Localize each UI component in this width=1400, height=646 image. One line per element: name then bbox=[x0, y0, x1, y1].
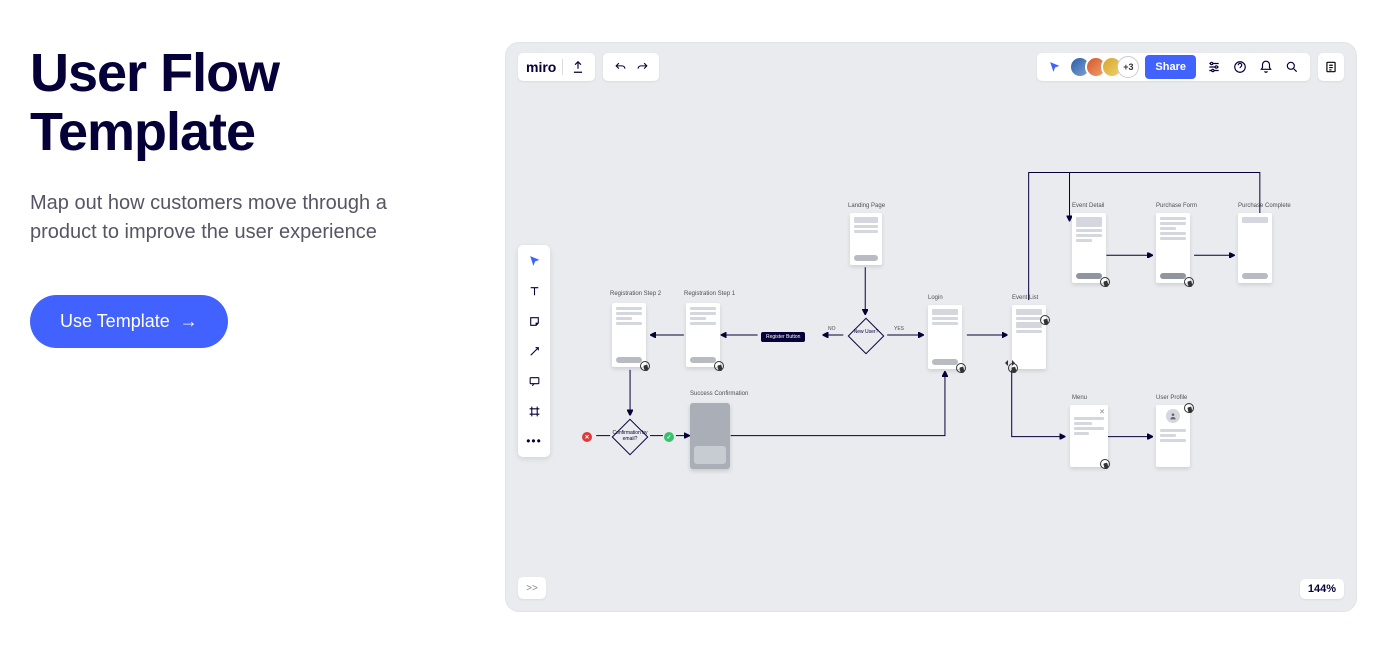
use-template-button[interactable]: Use Template → bbox=[30, 295, 228, 348]
wf-user-profile[interactable] bbox=[1156, 405, 1190, 467]
wf-reg2[interactable] bbox=[612, 303, 646, 367]
node-label-success: Success Confirmation bbox=[690, 391, 748, 398]
hero-section: User Flow Template Map out how customers… bbox=[30, 44, 470, 348]
node-label-landing: Landing Page bbox=[848, 203, 885, 210]
wf-event-detail[interactable] bbox=[1072, 213, 1106, 283]
page-subtitle: Map out how customers move through a pro… bbox=[30, 189, 450, 247]
node-register-button[interactable]: Register Button bbox=[761, 332, 805, 342]
wf-event-list[interactable] bbox=[1012, 305, 1046, 369]
user-avatar-icon bbox=[1166, 409, 1180, 423]
status-no-icon: ✕ bbox=[582, 432, 592, 442]
touch-icon bbox=[1100, 459, 1110, 469]
touch-icon bbox=[956, 363, 966, 373]
node-label-purchase-complete: Purchase Complete bbox=[1238, 203, 1291, 210]
touch-icon bbox=[640, 361, 650, 371]
node-label-user-profile: User Profile bbox=[1156, 395, 1187, 402]
close-icon[interactable]: ✕ bbox=[1099, 408, 1105, 416]
wf-purchase-form[interactable] bbox=[1156, 213, 1190, 283]
wf-purchase-complete[interactable] bbox=[1238, 213, 1272, 283]
cta-label: Use Template bbox=[60, 311, 170, 332]
status-yes-icon: ✓ bbox=[664, 432, 674, 442]
touch-icon bbox=[1100, 277, 1110, 287]
node-label-login: Login bbox=[928, 295, 943, 302]
wf-menu[interactable]: ✕ bbox=[1070, 405, 1108, 467]
arrow-right-icon: → bbox=[180, 311, 198, 332]
touch-icon bbox=[1040, 315, 1050, 325]
node-label-event-list: Event List bbox=[1012, 295, 1038, 302]
node-label-event-detail: Event Detail bbox=[1072, 203, 1104, 210]
page-title: User Flow Template bbox=[30, 44, 470, 163]
wf-login[interactable] bbox=[928, 305, 962, 369]
miro-board: miro bbox=[505, 42, 1357, 612]
node-label-purchase-form: Purchase Form bbox=[1156, 203, 1197, 210]
touch-icon bbox=[1184, 403, 1194, 413]
touch-icon bbox=[714, 361, 724, 371]
node-label-menu: Menu bbox=[1072, 395, 1087, 402]
canvas[interactable]: Landing Page New User? YES NO Register B… bbox=[506, 43, 1356, 611]
wf-success[interactable] bbox=[690, 403, 730, 469]
touch-icon bbox=[1184, 277, 1194, 287]
scroll-handle-icon bbox=[1006, 359, 1014, 367]
decision-new-user-label: New User? bbox=[846, 330, 886, 336]
label-no-left: NO bbox=[828, 327, 836, 333]
label-yes-right: YES bbox=[894, 327, 904, 333]
node-label-reg2: Registration Step 2 bbox=[610, 291, 661, 298]
wf-landing[interactable] bbox=[850, 213, 882, 265]
wf-reg1[interactable] bbox=[686, 303, 720, 367]
node-label-reg1: Registration Step 1 bbox=[684, 291, 735, 298]
decision-confirm-label: Confirmation by email? bbox=[610, 431, 650, 442]
